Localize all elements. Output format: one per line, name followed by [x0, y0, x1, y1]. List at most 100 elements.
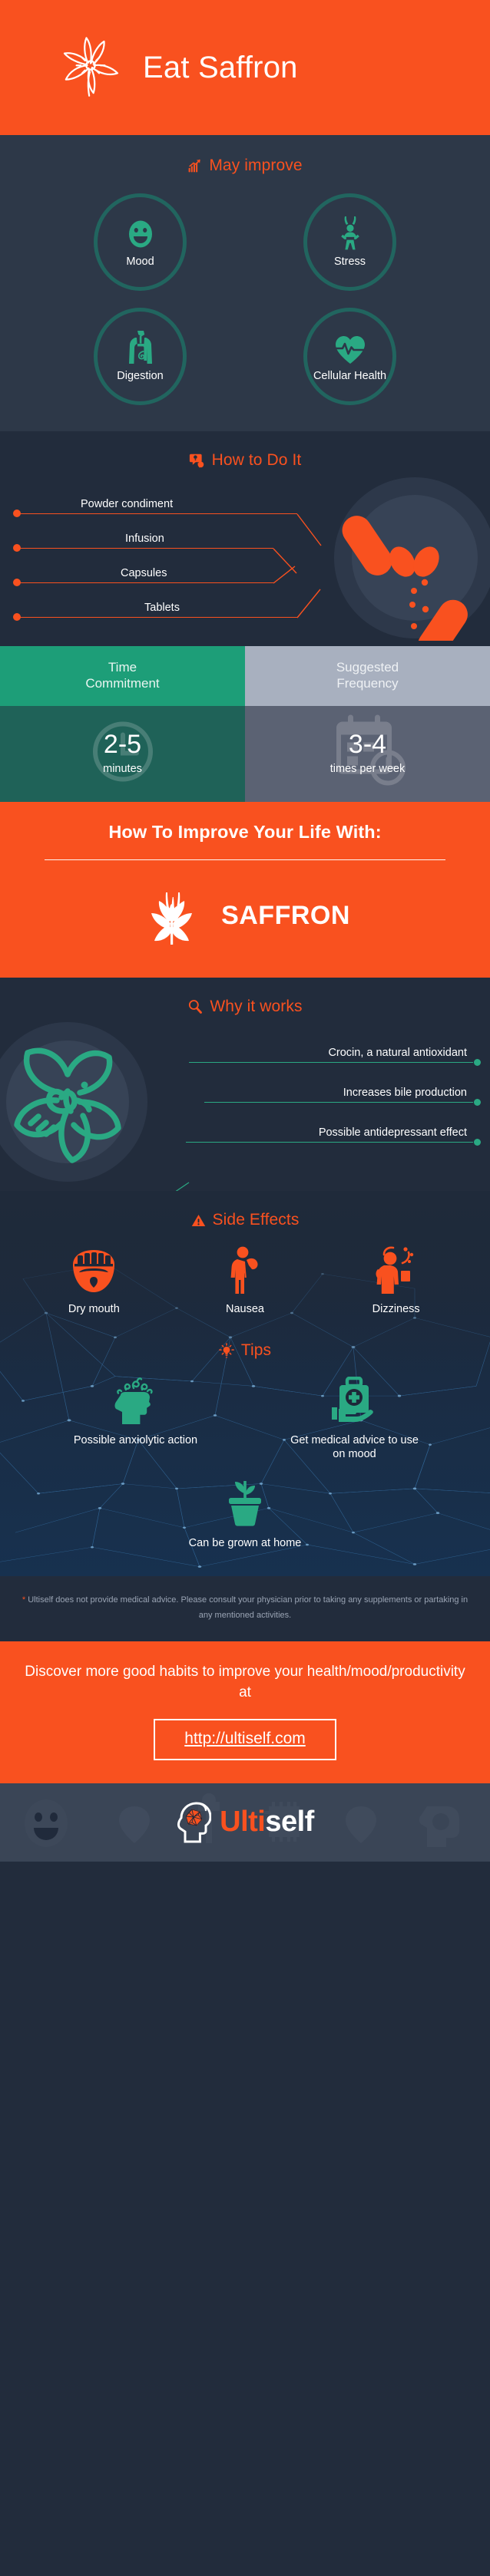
disclaimer: * Ultiself does not provide medical advi… — [0, 1576, 490, 1641]
why-item-row: Increases bile production — [0, 1070, 490, 1110]
smiley-face-icon — [127, 216, 154, 250]
side-effect-label: Dizziness — [372, 1303, 420, 1315]
how-item-label: Powder condiment — [81, 498, 174, 510]
benefit-circle-digestion: Digestion — [94, 308, 187, 405]
why-item-label: Increases bile production — [343, 1087, 467, 1099]
tip-label: Get medical advice to use on mood — [290, 1434, 419, 1461]
magnifier-icon — [187, 999, 203, 1014]
may-improve-heading: May improve — [0, 157, 490, 175]
table-value: 2-5 — [103, 730, 142, 760]
how-item-dot — [13, 578, 21, 586]
side-effect-item: Dizziness — [372, 1246, 420, 1315]
why-item-dot — [474, 1138, 481, 1146]
how-to-do-it-heading: ? How to Do It — [0, 451, 490, 470]
table-cell-suggested-frequency: 3-4 times per week — [245, 705, 490, 802]
potted-plant-icon — [221, 1479, 269, 1527]
tip-label: Can be grown at home — [188, 1537, 302, 1550]
how-item-label: Infusion — [125, 533, 164, 545]
question-speech-bubble-icon: ? — [189, 453, 205, 469]
commitment-table: Time Commitment Suggested Frequency 2-5 … — [0, 646, 490, 802]
table-value: 3-4 — [348, 730, 387, 760]
why-item-row: Possible antidepressant effect — [0, 1110, 490, 1149]
benefit-circle-stress: Stress — [303, 193, 396, 291]
tips-title: Tips — [240, 1341, 272, 1359]
brand-suffix: self — [265, 1806, 314, 1839]
why-item-row: Crocin, a natural antioxidant — [0, 1030, 490, 1070]
disclaimer-asterisk: * — [22, 1595, 26, 1605]
brain-head-logo-icon — [176, 1801, 212, 1844]
tip-item: Get medical advice to use on mood — [286, 1377, 424, 1461]
why-item-dot — [474, 1058, 481, 1066]
tip-label: Possible anxiolytic action — [73, 1434, 198, 1446]
disclaimer-text: Ultiself does not provide medical advice… — [28, 1595, 468, 1620]
why-it-works-heading: Why it works — [0, 998, 490, 1016]
dizzy-person-icon — [375, 1246, 418, 1294]
may-improve-title: May improve — [209, 157, 303, 174]
why-item-label: Possible antidepressant effect — [318, 1126, 467, 1139]
cta-section: Discover more good habits to improve you… — [0, 1641, 490, 1783]
side-effect-item: Dry mouth — [68, 1246, 120, 1315]
brand-prefix: Ulti — [220, 1806, 266, 1839]
saffron-flower-solid-icon — [140, 877, 203, 955]
how-item-dot — [13, 612, 21, 621]
table-unit: minutes — [103, 763, 142, 776]
side-effects-title: Side Effects — [212, 1211, 300, 1229]
brand-name: SAFFRON — [221, 901, 350, 930]
tip-item: Can be grown at home — [0, 1479, 490, 1576]
why-it-works-section: Why it works Crocin, a natural antioxida… — [0, 978, 490, 1191]
table-unit: times per week — [329, 763, 406, 776]
benefit-label: Stress — [333, 255, 366, 268]
banner-title: How To Improve Your Life With: — [108, 821, 382, 842]
footer-brand-name: Ultiself — [220, 1806, 314, 1839]
open-mouth-icon — [70, 1246, 118, 1294]
how-item-dot — [13, 543, 21, 552]
heart-pulse-icon — [334, 331, 366, 364]
benefit-label: Mood — [126, 255, 154, 268]
warning-triangle-icon — [191, 1213, 206, 1228]
cta-website-button[interactable]: http://ultiself.com — [154, 1718, 336, 1760]
medical-kit-hand-icon — [330, 1377, 379, 1424]
side-effects-tips-section: Side Effects Dry mouth Nausea Dizziness … — [0, 1191, 490, 1577]
why-item-label: Crocin, a natural antioxidant — [328, 1047, 467, 1059]
how-item-label: Tablets — [144, 602, 180, 614]
side-effect-item: Nausea — [226, 1246, 264, 1315]
benefit-label: Digestion — [117, 369, 164, 382]
side-effects-list: Dry mouth Nausea Dizziness — [0, 1246, 490, 1315]
digestive-system-icon — [127, 330, 154, 364]
footer-logo-bar: Ultiself — [0, 1783, 490, 1862]
how-item-row: Tablets — [0, 590, 490, 625]
calm-mind-head-icon — [110, 1377, 161, 1424]
banner-divider — [45, 859, 445, 860]
saffron-flower-outline-icon — [55, 32, 126, 103]
benefit-circle-mood: Mood — [94, 193, 187, 291]
table-header-suggested-frequency: Suggested Frequency — [245, 646, 490, 706]
why-item-dot — [474, 1098, 481, 1106]
why-it-works-title: Why it works — [210, 998, 303, 1015]
side-effects-tips-content: Side Effects Dry mouth Nausea Dizziness … — [0, 1211, 490, 1576]
table-cell-time-commitment: 2-5 minutes — [0, 705, 245, 802]
side-effects-heading: Side Effects — [0, 1211, 490, 1229]
growth-chart-icon — [187, 159, 202, 173]
how-to-do-it-items: Powder condiment Infusion Capsules Table… — [0, 487, 490, 625]
side-effect-label: Dry mouth — [68, 1303, 120, 1315]
infographic-page: Eat Saffron May improve Mood Stress Dige… — [0, 0, 490, 2576]
how-item-row: Infusion — [0, 521, 490, 556]
how-to-do-it-title: How to Do It — [211, 451, 302, 469]
how-to-do-it-section: ? How to Do It — [0, 431, 490, 646]
improve-life-banner: How To Improve Your Life With: SAFFRON — [0, 801, 490, 978]
how-to-do-it-diagram: Powder condiment Infusion Capsules Table… — [0, 477, 490, 646]
side-effect-label: Nausea — [226, 1303, 264, 1315]
tips-list: Possible anxiolytic action Get medical a… — [0, 1377, 490, 1461]
how-item-dot — [13, 509, 21, 517]
tip-item: Possible anxiolytic action — [74, 1377, 197, 1461]
benefit-circle-cellular-health: Cellular Health — [303, 308, 396, 405]
how-item-row: Powder condiment — [0, 487, 490, 521]
why-it-works-items: Crocin, a natural antioxidant Increases … — [0, 1030, 490, 1149]
benefit-label: Cellular Health — [313, 369, 387, 382]
page-header: Eat Saffron — [0, 0, 490, 135]
page-title: Eat Saffron — [143, 50, 298, 84]
how-item-row: Capsules — [0, 556, 490, 590]
table-header-time-commitment: Time Commitment — [0, 646, 245, 706]
stress-person-icon — [338, 216, 363, 250]
lightbulb-icon — [218, 1343, 234, 1358]
